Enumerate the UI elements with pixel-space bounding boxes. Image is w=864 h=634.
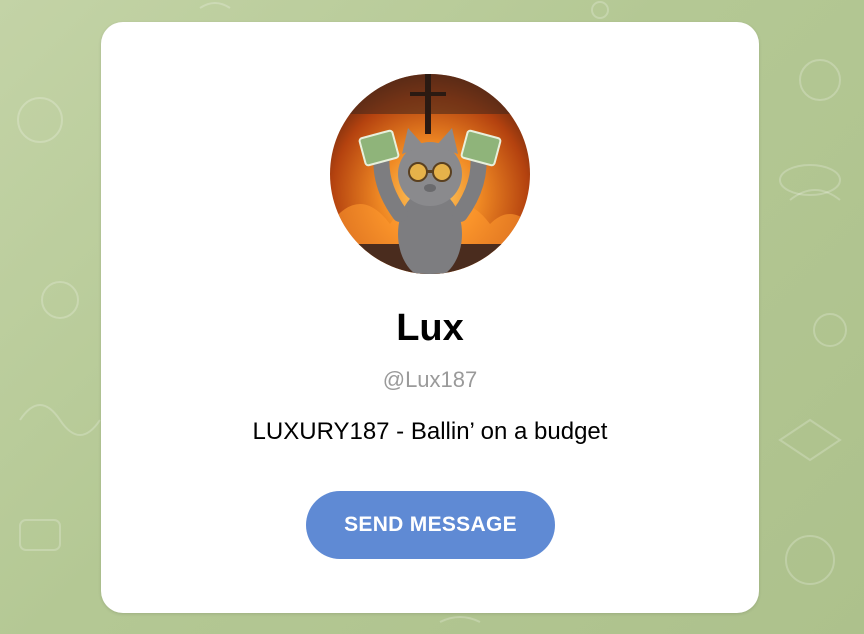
profile-bio: LUXURY187 - Ballin’ on a budget	[252, 418, 608, 445]
profile-name: Lux	[396, 307, 464, 349]
profile-username: @Lux187	[382, 367, 478, 392]
profile-card: Lux @Lux187 LUXURY187 - Ballin’ on a bud…	[101, 22, 759, 613]
profile-avatar[interactable]	[330, 74, 530, 274]
cat-with-money-avatar-icon	[330, 74, 530, 274]
send-message-button[interactable]: SEND MESSAGE	[306, 491, 555, 559]
